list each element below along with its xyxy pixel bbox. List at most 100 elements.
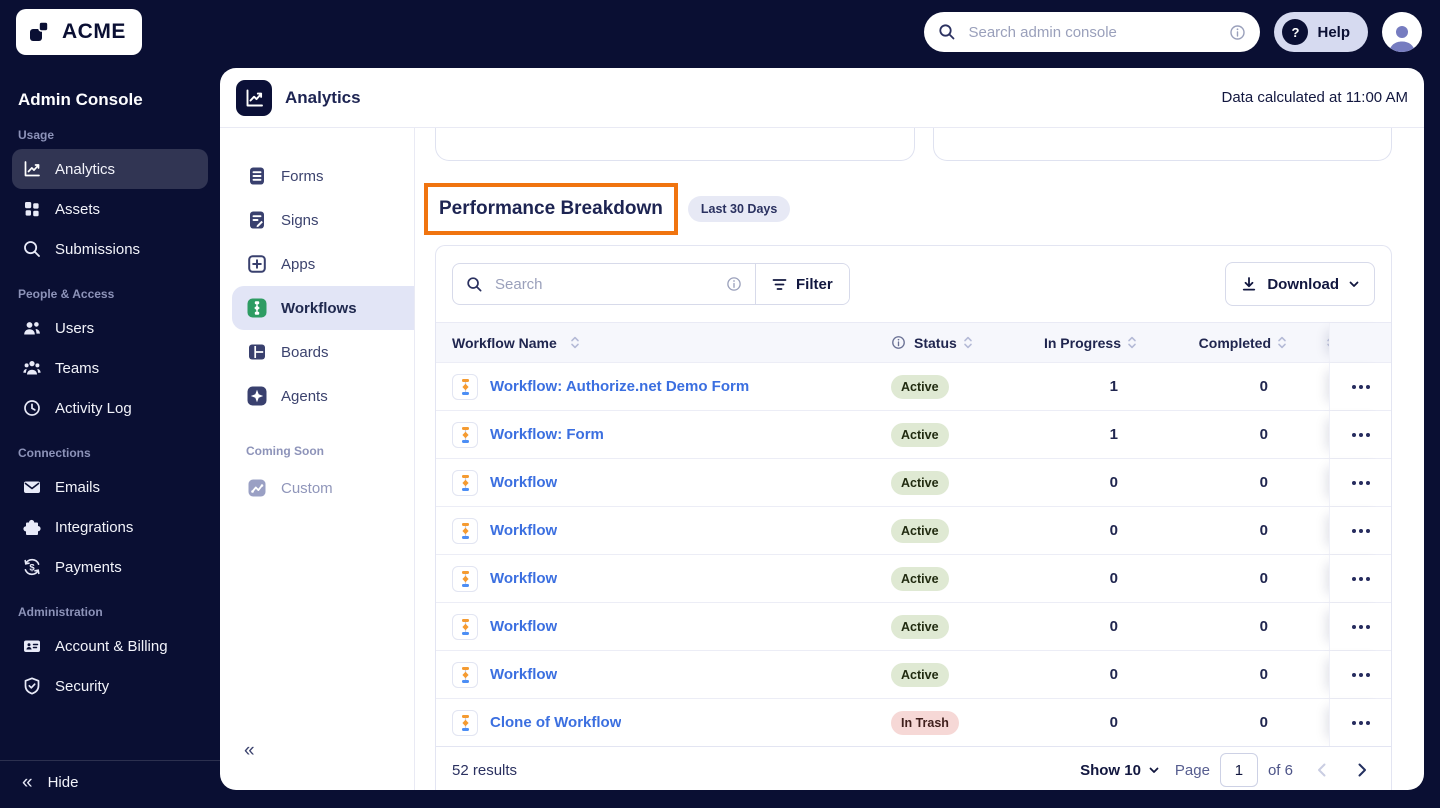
nav-item-boards[interactable]: Boards xyxy=(220,330,414,374)
section-label-people: People & Access xyxy=(18,287,115,301)
nav-item-custom[interactable]: Custom xyxy=(220,466,414,510)
column-completed[interactable]: Completed xyxy=(1151,335,1301,351)
cell-in-progress: 0 xyxy=(1109,666,1118,683)
chevron-down-icon xyxy=(1149,767,1159,774)
avatar[interactable] xyxy=(1382,12,1422,52)
sidebar-item-label: Account & Billing xyxy=(55,637,168,655)
cell-in-progress: 0 xyxy=(1109,522,1118,539)
sidebar-hide-button[interactable]: « Hide xyxy=(0,760,220,808)
sidebar-item-label: Integrations xyxy=(55,518,134,536)
workflow-icon xyxy=(452,469,478,496)
sidebar-item-account-billing[interactable]: Account & Billing xyxy=(12,626,208,666)
table-search-input[interactable] xyxy=(493,274,716,294)
table-row: Workflow Active 0 0 xyxy=(436,458,1391,506)
row-actions-button[interactable] xyxy=(1346,427,1376,443)
nav-item-label: Boards xyxy=(281,343,329,361)
row-actions-button[interactable] xyxy=(1346,667,1376,683)
clipped-column-edge xyxy=(1301,323,1329,362)
table-row: Workflow: Form Active 1 0 xyxy=(436,410,1391,458)
table-row: Clone of Workflow In Trash 0 0 xyxy=(436,698,1391,746)
sidebar-item-users[interactable]: Users xyxy=(12,308,208,348)
sort-icon[interactable] xyxy=(569,336,581,349)
filter-button[interactable]: Filter xyxy=(755,264,849,304)
sort-icon[interactable] xyxy=(1276,336,1288,349)
workflow-link[interactable]: Workflow xyxy=(490,522,557,539)
sidebar-item-security[interactable]: Security xyxy=(12,666,208,706)
row-actions-button[interactable] xyxy=(1346,475,1376,491)
custom-icon xyxy=(246,477,268,499)
workflow-link[interactable]: Workflow xyxy=(490,618,557,635)
teams-icon xyxy=(22,358,42,378)
column-label: Completed xyxy=(1198,334,1271,351)
column-in-progress[interactable]: In Progress xyxy=(1019,335,1151,351)
workflow-link[interactable]: Workflow xyxy=(490,474,557,491)
download-button[interactable]: Download xyxy=(1225,262,1375,306)
sort-icon[interactable] xyxy=(962,336,974,349)
page-of-text: of 6 xyxy=(1267,761,1293,779)
help-button[interactable]: ? Help xyxy=(1274,12,1368,52)
sidebar-item-submissions[interactable]: Submissions xyxy=(12,229,208,269)
sidebar-item-payments[interactable]: $ Payments xyxy=(12,547,208,587)
admin-search-input[interactable] xyxy=(966,22,1220,42)
page-size-select[interactable]: Show 10 xyxy=(1080,762,1159,779)
nav-item-signs[interactable]: Signs xyxy=(220,198,414,242)
sidebar-item-integrations[interactable]: Integrations xyxy=(12,507,208,547)
status-badge: Active xyxy=(891,518,949,543)
sidebar-item-label: Payments xyxy=(55,558,122,576)
workflow-link[interactable]: Workflow: Form xyxy=(490,426,604,443)
sort-icon[interactable] xyxy=(1126,336,1138,349)
filter-label: Filter xyxy=(796,275,833,293)
section-title: Performance Breakdown xyxy=(439,198,663,219)
search-info-icon[interactable] xyxy=(1229,24,1246,41)
section-label-usage: Usage xyxy=(18,128,55,142)
workflow-link[interactable]: Clone of Workflow xyxy=(490,714,621,731)
sidebar-item-activity-log[interactable]: Activity Log xyxy=(12,388,208,428)
brand-logo[interactable]: ACME xyxy=(16,9,142,55)
search-info-icon[interactable] xyxy=(726,276,742,292)
users-icon xyxy=(22,318,42,338)
analytics-icon xyxy=(22,159,42,179)
table-body: Workflow: Authorize.net Demo Form Active… xyxy=(436,362,1391,746)
nav-collapse-button[interactable]: « xyxy=(244,740,255,762)
status-badge: Active xyxy=(891,566,949,591)
row-actions-button[interactable] xyxy=(1346,619,1376,635)
nav-item-label: Agents xyxy=(281,387,328,405)
cell-in-progress: 1 xyxy=(1109,378,1118,395)
workflow-link[interactable]: Workflow: Authorize.net Demo Form xyxy=(490,378,749,395)
row-actions-button[interactable] xyxy=(1346,379,1376,395)
download-icon xyxy=(1241,276,1257,292)
payments-icon: $ xyxy=(22,557,42,577)
nav-item-workflows[interactable]: Workflows xyxy=(232,286,414,330)
nav-item-label: Workflows xyxy=(281,299,357,317)
performance-table: Filter Download xyxy=(435,245,1392,790)
search-icon xyxy=(22,239,42,259)
row-actions-button[interactable] xyxy=(1346,571,1376,587)
page-number-input[interactable] xyxy=(1219,753,1258,787)
nav-item-label: Custom xyxy=(281,479,333,497)
nav-item-agents[interactable]: Agents xyxy=(220,374,414,418)
workflow-link[interactable]: Workflow xyxy=(490,666,557,683)
workflow-link[interactable]: Workflow xyxy=(490,570,557,587)
sidebar-item-label: Teams xyxy=(55,359,100,377)
row-actions-button[interactable] xyxy=(1346,715,1376,731)
column-label: Workflow Name xyxy=(452,334,557,351)
column-workflow-name[interactable]: Workflow Name xyxy=(436,335,891,351)
sidebar-item-emails[interactable]: Emails xyxy=(12,467,208,507)
sidebar-item-teams[interactable]: Teams xyxy=(12,348,208,388)
section-label-connections: Connections xyxy=(18,446,91,460)
row-actions-button[interactable] xyxy=(1346,523,1376,539)
sidebar-item-analytics[interactable]: Analytics xyxy=(12,149,208,189)
nav-item-forms[interactable]: Forms xyxy=(220,154,414,198)
workflow-icon xyxy=(452,613,478,640)
sidebar-item-assets[interactable]: Assets xyxy=(12,189,208,229)
sidebar-item-label: Users xyxy=(55,319,95,337)
sidebar-item-label: Submissions xyxy=(55,240,141,258)
column-status[interactable]: Status xyxy=(891,335,1019,351)
next-page-button[interactable] xyxy=(1350,759,1375,781)
nav-item-apps[interactable]: Apps xyxy=(220,242,414,286)
search-icon xyxy=(938,23,956,41)
info-icon[interactable] xyxy=(891,335,906,350)
previous-page-button[interactable] xyxy=(1309,759,1334,781)
topbar: ACME ? Help xyxy=(0,0,1440,64)
status-badge: In Trash xyxy=(891,710,959,735)
